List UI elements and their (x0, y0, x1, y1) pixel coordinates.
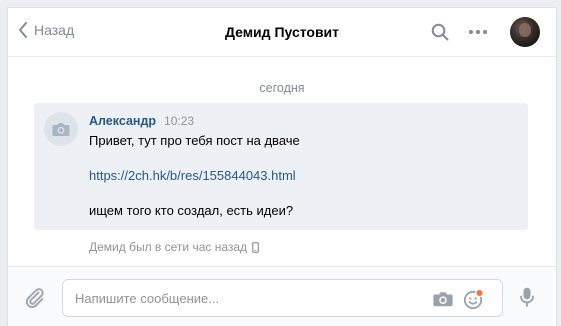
microphone-icon (520, 287, 534, 307)
search-button[interactable] (431, 23, 449, 44)
date-separator: сегодня (259, 81, 305, 95)
message-line: Привет, тут про тебя пост на дваче (89, 133, 300, 148)
attach-button[interactable] (24, 287, 46, 312)
camera-placeholder-icon (52, 122, 70, 136)
sender-avatar[interactable] (44, 112, 78, 146)
more-dot-icon (469, 30, 473, 34)
camera-icon (433, 292, 453, 307)
chat-window: Назад Демид Пустовит сегодня Александр 1… (7, 7, 557, 326)
message-author[interactable]: Александр (89, 114, 156, 128)
search-icon (431, 23, 449, 41)
paperclip-icon (25, 288, 44, 309)
message-composer: Напишите сообщение... (8, 266, 556, 326)
voice-message-button[interactable] (520, 287, 534, 310)
message-body: Привет, тут про тебя пост на дваче https… (89, 132, 300, 220)
message-input[interactable]: Напишите сообщение... (62, 279, 503, 317)
message-item: Александр 10:23 Привет, тут про тебя пос… (34, 103, 528, 230)
notification-dot-icon (475, 288, 484, 298)
more-dot-icon (483, 30, 487, 34)
online-status: Демид был в сети час назад (89, 240, 259, 254)
message-time: 10:23 (164, 114, 195, 128)
smile-icon (463, 288, 484, 310)
message-line: ищем того кто создал, есть идеи? (89, 203, 294, 218)
message-input-placeholder: Напишите сообщение... (75, 291, 220, 306)
more-button[interactable] (469, 30, 487, 34)
mobile-phone-icon (252, 241, 259, 253)
photo-button[interactable] (433, 291, 453, 310)
message-link[interactable]: https://2ch.hk/b/res/155844043.html (89, 167, 300, 185)
more-dot-icon (476, 30, 480, 34)
online-status-text: Демид был в сети час назад (89, 240, 248, 254)
message-header: Александр 10:23 (89, 114, 194, 128)
emoji-button[interactable] (463, 288, 485, 313)
contact-avatar[interactable] (510, 17, 540, 47)
chat-header: Назад Демид Пустовит (8, 8, 556, 57)
